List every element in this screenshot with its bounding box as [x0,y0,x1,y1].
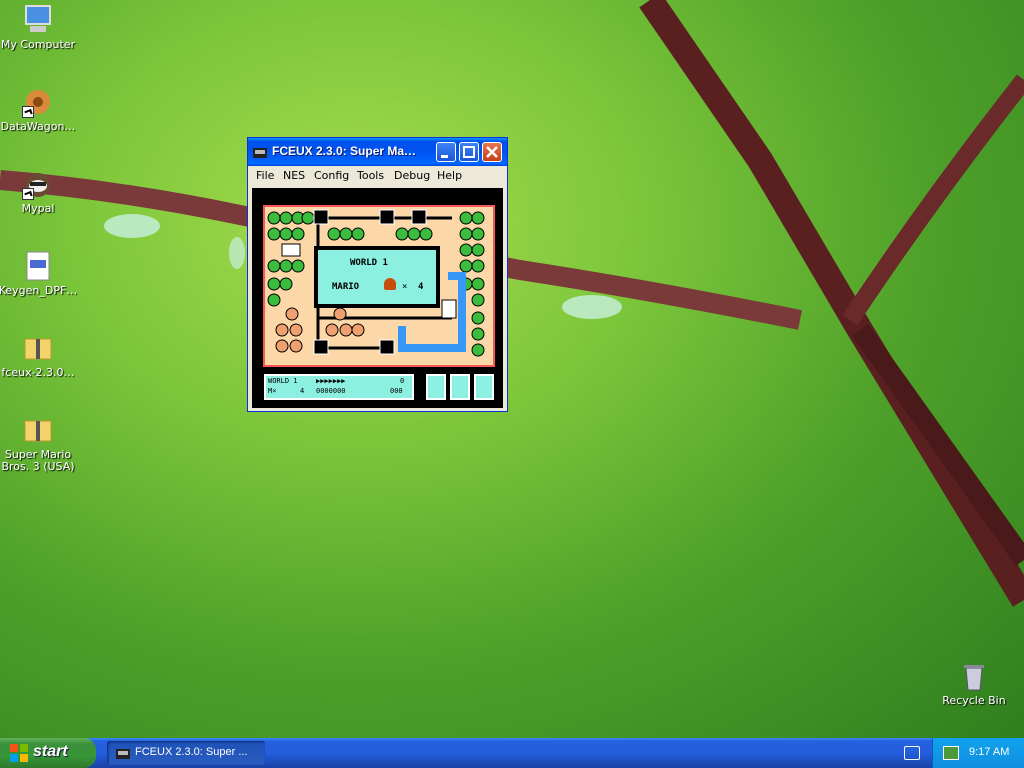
desktop-icon-keygen[interactable]: Keygen_DPF… [0,250,78,297]
minimize-button[interactable] [436,142,456,162]
status-lives: 4 [300,387,305,395]
zip-folder-icon [22,414,54,446]
desktop-icon-mypal[interactable]: Mypal [0,168,78,215]
window-titlebar[interactable]: FCEUX 2.3.0: Super Ma… [248,138,507,166]
minimize-icon [441,155,448,158]
menu-config[interactable]: Config [314,169,349,182]
my-computer-icon [22,4,54,36]
desktop-icon-datawagon[interactable]: DataWagon… [0,86,78,133]
desktop-icon-fceux-zip[interactable]: fceux-2.3.0… [0,332,78,379]
fceux-window[interactable]: FCEUX 2.3.0: Super Ma… File NES Config T… [247,137,508,412]
taskbar-button-label: FCEUX 2.3.0: Super ... [135,746,248,758]
datawagon-icon [22,86,54,118]
start-label: start [33,743,68,760]
water-drop [562,295,622,319]
status-score: 0000000 [316,387,346,395]
shortcut-arrow-icon [22,188,34,200]
status-coins: 0 [400,377,405,385]
world-panel-lives: 4 [418,282,424,292]
keygen-file-icon [22,250,54,282]
status-pmeter: ▶▶▶▶▶▶▶ [316,377,346,385]
menu-nes[interactable]: NES [283,169,305,182]
start-button[interactable]: start [0,738,96,768]
menu-help[interactable]: Help [437,169,462,182]
desktop: My Computer DataWagon… Mypal Keygen_DPF…… [0,0,1024,738]
branch-lower [851,324,1024,566]
item-card-slot [450,374,470,400]
desktop-icon-label: Recycle Bin [942,694,1006,707]
water-drop [229,237,245,269]
menu-file[interactable]: File [256,169,274,182]
desktop-icon-smb3-zip[interactable]: Super Mario Bros. 3 (USA) [0,414,78,473]
shortcut-arrow-icon [22,106,34,118]
menu-bar: File NES Config Tools Debug Help [248,166,507,186]
maximize-button[interactable] [459,142,479,162]
close-icon [486,146,498,158]
branch-right [842,74,1024,325]
clock[interactable]: 9:17 AM [969,746,1009,758]
desktop-icon-label: fceux-2.3.0… [1,366,75,379]
status-time: 000 [390,387,403,395]
keyboard-layout-icon[interactable] [904,746,920,760]
mypal-icon [22,168,54,200]
desktop-icon-label: Mypal [21,202,55,215]
menu-tools[interactable]: Tools [357,169,384,182]
desktop-icon-label: DataWagon… [0,120,76,133]
status-world: WORLD 1 [268,377,298,385]
zip-folder-icon [22,332,54,364]
fceux-app-icon [116,749,130,759]
desktop-icon-recycle-bin[interactable]: Recycle Bin [934,660,1014,707]
system-tray: 9:17 AM [932,738,1024,768]
status-lives-label: M× [268,387,277,395]
item-card-slot [474,374,494,400]
item-card-slot [426,374,446,400]
maximize-icon [463,146,475,158]
windows-logo-icon [10,744,28,762]
mario-head-icon [384,278,396,290]
water-drop [104,214,160,238]
world-panel-player-name: MARIO [332,282,360,292]
taskbar: start FCEUX 2.3.0: Super ... 9:17 AM [0,738,1024,768]
fceux-app-icon [252,144,268,160]
game-screen[interactable]: WORLD 1 MARIO × 4 WORLD 1 ▶▶▶▶▶▶▶ 0 M× 4… [252,188,503,408]
recycle-bin-icon [958,660,990,692]
taskbar-button-fceux[interactable]: FCEUX 2.3.0: Super ... [107,741,265,765]
wallpaper-branch [0,0,1024,607]
menu-debug[interactable]: Debug [394,169,430,182]
network-icon[interactable] [943,746,959,760]
status-bar: WORLD 1 ▶▶▶▶▶▶▶ 0 M× 4 0000000 000 [264,374,414,400]
close-button[interactable] [482,142,502,162]
world-panel-world-label: WORLD 1 [350,258,388,268]
start-tile [281,243,301,257]
desktop-icon-label: My Computer [0,38,76,51]
desktop-icon-my-computer[interactable]: My Computer [0,4,78,51]
world-panel-times: × [402,282,408,292]
castle [441,299,457,319]
window-title: FCEUX 2.3.0: Super Ma… [272,144,417,158]
desktop-icon-label: Keygen_DPF… [0,284,78,297]
desktop-icon-label: Super Mario Bros. 3 (USA) [1,448,75,473]
